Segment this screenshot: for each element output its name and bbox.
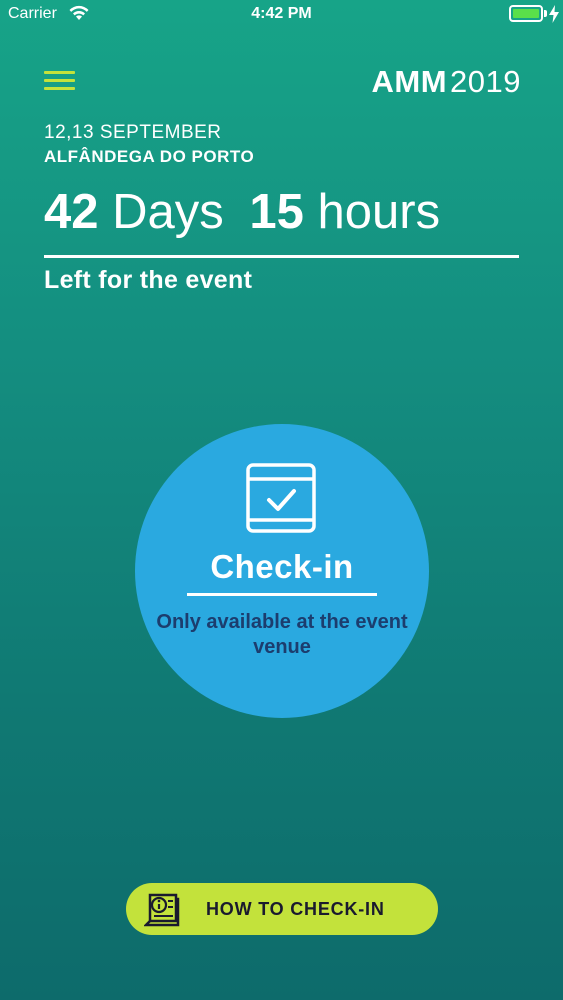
event-dates: 12,13 SEPTEMBER — [44, 122, 222, 143]
checkin-button[interactable]: Check-in Only available at the event ven… — [135, 424, 429, 718]
charging-bolt-icon — [549, 5, 559, 23]
info-book-icon — [144, 893, 180, 927]
countdown-caption: Left for the event — [44, 266, 253, 294]
countdown-hours-unit: hours — [317, 185, 441, 239]
countdown-divider — [44, 255, 519, 258]
app-logo: AMM2019 — [371, 64, 521, 100]
calendar-check-icon — [246, 463, 316, 533]
clock: 4:42 PM — [251, 5, 312, 22]
status-bar: Carrier 4:42 PM — [0, 0, 563, 30]
countdown-hours-value: 15 — [249, 185, 304, 239]
countdown: 42 Days 15 hours — [44, 185, 452, 240]
how-to-checkin-button[interactable]: HOW TO CHECK-IN — [126, 883, 438, 935]
countdown-days-unit: Days — [112, 185, 224, 239]
hamburger-menu-icon[interactable] — [44, 68, 75, 94]
event-venue: ALFÂNDEGA DO PORTO — [44, 147, 255, 166]
battery-tip — [544, 10, 547, 17]
checkin-underline — [187, 593, 377, 596]
logo-text: AMM — [371, 64, 448, 99]
how-to-checkin-label: HOW TO CHECK-IN — [206, 899, 385, 919]
countdown-days-value: 42 — [44, 185, 99, 239]
checkin-label: Check-in — [210, 548, 354, 585]
battery-icon — [509, 5, 543, 22]
checkin-availability-note: Only available at the event venue — [156, 611, 408, 658]
logo-year: 2019 — [450, 64, 521, 99]
